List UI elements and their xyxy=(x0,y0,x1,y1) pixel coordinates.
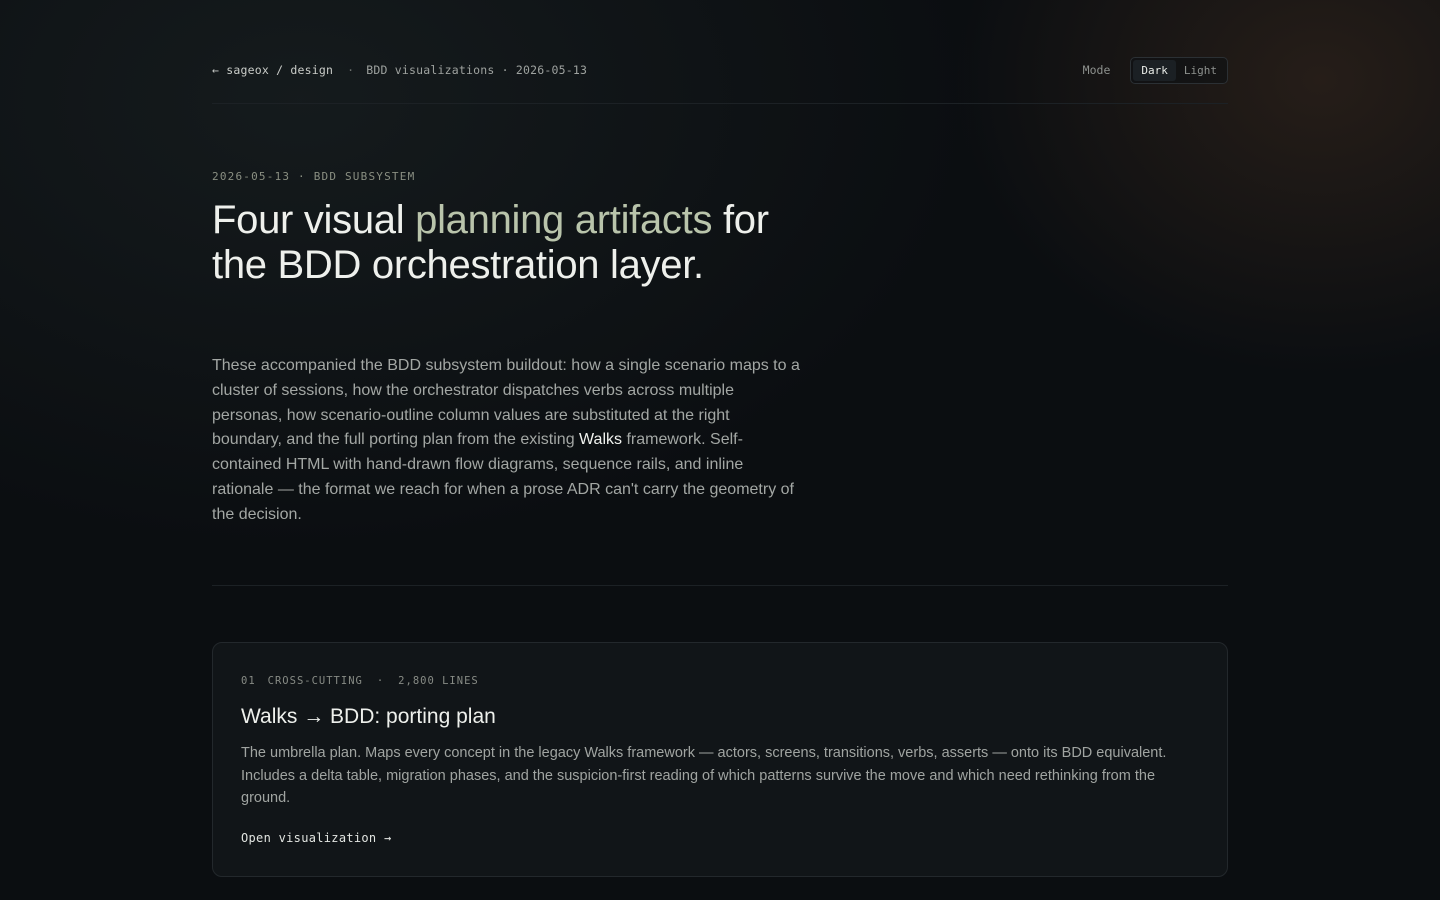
hero-body-emphasis: Walks xyxy=(579,431,623,449)
mode-dark-button[interactable]: Dark xyxy=(1133,59,1176,81)
mode-light-button[interactable]: Light xyxy=(1176,60,1225,81)
page-title: Four visual planning artifacts for the B… xyxy=(212,198,812,288)
breadcrumb-separator: · xyxy=(347,63,355,77)
title-part-1: Four visual xyxy=(212,198,416,242)
card-description: The umbrella plan. Maps every concept in… xyxy=(241,745,1167,806)
section-divider xyxy=(212,585,1228,586)
mode-toggle: Dark Light xyxy=(1130,56,1228,84)
card-category: CROSS-CUTTING xyxy=(267,675,363,687)
top-bar: ← sageox / design · BDD visualizations ·… xyxy=(212,56,1228,84)
hero-description: These accompanied the BDD subsystem buil… xyxy=(212,354,802,528)
open-visualization-link[interactable]: Open visualization → xyxy=(241,831,392,845)
card-meta: 01 CROSS-CUTTING · 2,800 LINES xyxy=(241,675,479,687)
breadcrumb-meta: BDD visualizations · 2026-05-13 xyxy=(366,63,588,77)
card-number: 01 xyxy=(241,675,256,687)
title-accent: planning artifacts xyxy=(415,198,713,242)
mode-switcher: Mode Dark Light xyxy=(1082,56,1228,84)
artifact-card[interactable]: 01 CROSS-CUTTING · 2,800 LINES Walks → B… xyxy=(212,642,1228,877)
mode-label: Mode xyxy=(1082,63,1111,77)
card-title: Walks → BDD: porting plan xyxy=(241,705,496,728)
card-line-count: 2,800 LINES xyxy=(398,675,479,687)
breadcrumb: ← sageox / design · BDD visualizations ·… xyxy=(212,63,587,77)
back-link[interactable]: ← sageox / design xyxy=(212,63,333,77)
card-meta-separator: · xyxy=(376,675,385,687)
header-divider xyxy=(212,103,1228,104)
hero-eyebrow: 2026-05-13 · BDD SUBSYSTEM xyxy=(212,170,416,183)
